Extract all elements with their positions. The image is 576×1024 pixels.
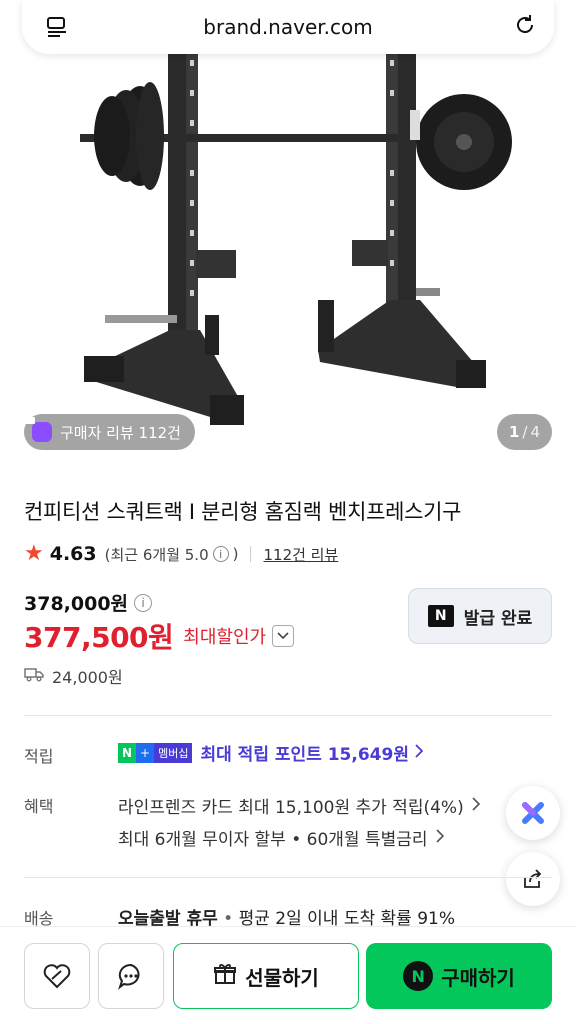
shipping-fee-row: 24,000원	[24, 664, 123, 688]
gift-button[interactable]: 선물하기	[173, 943, 359, 1009]
shipping-fee: 24,000원	[52, 668, 123, 687]
rating-recent-close: )	[232, 545, 239, 563]
sale-price-label: 최대할인가	[183, 627, 267, 648]
installment-row[interactable]: 최대 6개월 무이자 할부 • 60개월 특별금리	[118, 825, 444, 850]
card-benefit-text: 라인프렌즈 카드 최대 15,100원 추가 적립(4%)	[118, 798, 464, 818]
sale-price: 377,500원	[24, 621, 174, 654]
rating-row: ★ 4.63 (최근 6개월 5.0 i ) 112건 리뷰	[24, 541, 338, 566]
n-badge: N	[118, 742, 137, 763]
share-icon	[524, 869, 542, 888]
ai-assistant-button[interactable]	[506, 786, 560, 840]
truck-icon	[24, 666, 44, 686]
browser-url-bar[interactable]: brand.naver.com	[22, 0, 554, 54]
chevron-right-icon	[415, 743, 424, 763]
wishlist-button[interactable]	[24, 943, 90, 1009]
chevron-right-icon	[472, 796, 480, 816]
bottom-action-bar: 선물하기 N 구매하기	[0, 926, 576, 1024]
benefit-label: 혜택	[24, 797, 54, 816]
section-divider	[24, 715, 552, 716]
buyer-review-badge[interactable]: 구매자 리뷰 112건	[24, 414, 195, 450]
naver-n-icon: N	[427, 605, 454, 627]
rating-score: 4.63	[49, 543, 97, 565]
original-price: 378,000원	[24, 593, 129, 615]
product-title: 컨피티션 스쿼트랙 I 분리형 홈짐랙 벤치프레스기구	[24, 500, 462, 524]
card-benefit-row[interactable]: 라인프렌즈 카드 최대 15,100원 추가 적립(4%)	[118, 793, 480, 818]
review-badge-label: 구매자 리뷰 112건	[60, 423, 181, 442]
rating-recent: (최근 6개월 5.0	[104, 545, 209, 564]
chat-icon	[118, 963, 140, 990]
points-text: 최대 적립 포인트 15,649원	[200, 745, 409, 765]
star-icon: ★	[24, 541, 44, 566]
coupon-issued-button[interactable]: N 발급 완료	[408, 588, 552, 644]
talk-button[interactable]	[98, 943, 164, 1009]
section-divider	[24, 877, 552, 878]
chevron-right-icon	[435, 828, 444, 848]
points-label: 적립	[24, 747, 54, 766]
url-text[interactable]: brand.naver.com	[203, 15, 372, 39]
image-page-indicator: 1 / 4	[496, 414, 552, 450]
buy-button-label: 구매하기	[441, 965, 515, 990]
chevron-down-icon[interactable]	[272, 625, 295, 647]
sparkle-icon	[522, 802, 544, 824]
review-photo-icon	[25, 417, 52, 442]
plus-badge: +	[136, 742, 155, 763]
gift-button-label: 선물하기	[245, 965, 319, 990]
product-image[interactable]: brand.naver.com 구매자 리뷰 112건 1 / 4	[0, 0, 576, 468]
sale-price-row: 377,500원 최대할인가	[24, 616, 295, 656]
membership-badge: 멤버십	[154, 742, 193, 763]
page-current: 1	[508, 423, 520, 441]
installment-text: 최대 6개월 무이자 할부 • 60개월 특별금리	[118, 830, 428, 850]
share-button[interactable]	[506, 852, 560, 906]
heart-icon	[43, 964, 71, 989]
squat-rack-illustration	[80, 40, 512, 425]
price-info-icon[interactable]: i	[134, 593, 153, 612]
reload-icon[interactable]	[512, 12, 538, 38]
divider	[250, 546, 252, 562]
page-separator: /	[522, 423, 528, 441]
coupon-button-label: 발급 완료	[463, 608, 533, 629]
naver-pay-icon: N	[403, 961, 434, 991]
page-total: 4	[530, 423, 540, 441]
points-row[interactable]: N + 멤버십 최대 적립 포인트 15,649원	[118, 740, 424, 765]
buy-button[interactable]: N 구매하기	[366, 943, 552, 1009]
review-count-link[interactable]: 112건 리뷰	[263, 544, 338, 565]
gift-icon	[213, 962, 237, 991]
original-price-row: 378,000원 i	[24, 589, 153, 616]
tabs-menu-icon[interactable]	[44, 14, 70, 40]
info-icon[interactable]: i	[212, 546, 229, 562]
